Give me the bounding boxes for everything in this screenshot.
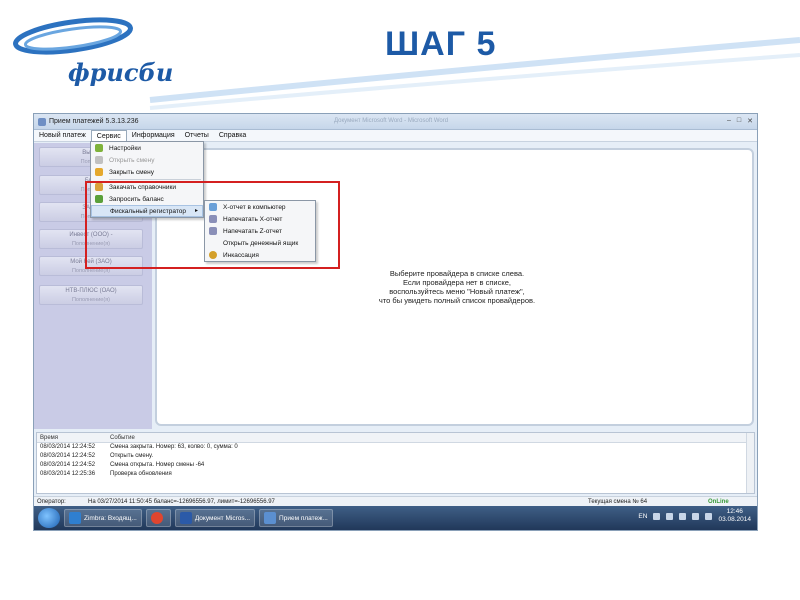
log-row[interactable]: 08/03/2014 12:24:52 Смена открыта. Номер… — [37, 461, 754, 470]
taskbar-item-zimbra[interactable]: Zimbra: Входящ... — [64, 509, 142, 527]
tray-icon[interactable] — [653, 512, 661, 520]
menu-separator — [109, 179, 201, 180]
taskbar-item-chrome[interactable] — [145, 509, 171, 527]
menu-item-open-cash-drawer[interactable]: Открыть денежный ящик — [205, 237, 315, 249]
log-header-time[interactable]: Время — [37, 433, 107, 442]
close-shift-icon — [95, 168, 103, 176]
event-log: Время Событие 08/03/2014 12:24:52 Смена … — [36, 432, 755, 494]
settings-icon — [95, 144, 103, 152]
log-row[interactable]: 08/03/2014 12:25:36 Проверка обновления — [37, 470, 754, 479]
payments-app-icon — [264, 512, 277, 524]
computer-report-icon — [209, 203, 217, 211]
window-title: Прием платежей 5.3.13.236 — [49, 118, 139, 125]
cash-collection-icon — [209, 251, 217, 259]
browser-icon — [69, 512, 81, 524]
clock[interactable]: 12:46 03.08.2014 — [718, 508, 751, 524]
logo-text: фрисби — [68, 58, 174, 87]
app-icon — [38, 117, 46, 126]
taskbar-item-word[interactable]: Документ Micros... — [174, 509, 256, 527]
menu-item-print-z-report[interactable]: Напечатать Z-отчет — [205, 225, 315, 237]
menu-info[interactable]: Информация — [127, 130, 180, 141]
printer-icon — [209, 227, 217, 235]
menu-item-download-directories[interactable]: Закачать справочники — [91, 181, 203, 193]
log-header-event[interactable]: Событие — [107, 433, 754, 442]
word-icon — [179, 512, 192, 524]
provider-hint: Выберите провайдера в списке слева. Если… — [378, 269, 536, 305]
volume-icon[interactable] — [705, 512, 713, 520]
tray-icon[interactable] — [666, 512, 674, 520]
menu-item-open-shift[interactable]: Открыть смену — [91, 154, 203, 166]
balance-icon — [95, 195, 103, 203]
minimize-button[interactable]: – — [727, 117, 731, 125]
log-scrollbar[interactable] — [746, 433, 754, 493]
menu-item-fiscal-register[interactable]: Фискальный регистратор ▸ — [91, 205, 203, 217]
operator-label: Оператор: — [37, 499, 66, 505]
shift-status: Текущая смена № 64 — [588, 499, 648, 505]
open-shift-icon — [95, 156, 103, 164]
submenu-arrow-icon: ▸ — [194, 208, 198, 214]
menu-item-request-balance[interactable]: Запросить баланс — [91, 193, 203, 205]
provider-button[interactable]: Инвест (ООО) - Пополнение(я) — [39, 229, 143, 249]
service-menu: Настройки Открыть смену Закрыть смену За… — [90, 141, 204, 218]
provider-button[interactable]: Мой Кей (ЗАО) Пополнение(я) — [39, 256, 143, 276]
menu-item-collection[interactable]: Инкассация — [205, 249, 315, 261]
log-row[interactable]: 08/03/2014 12:24:52 Смена закрыта. Номер… — [37, 443, 754, 452]
printer-icon — [209, 215, 217, 223]
tray-icon[interactable] — [679, 512, 687, 520]
language-indicator[interactable]: EN — [638, 513, 647, 520]
menu-new-payment[interactable]: Новый платеж — [34, 130, 91, 141]
start-button-icon[interactable] — [38, 508, 60, 528]
system-tray: EN 12:46 03.08.2014 — [638, 508, 751, 524]
menu-reports[interactable]: Отчеты — [180, 130, 214, 141]
taskbar-item-payments[interactable]: Прием платеж... — [259, 509, 333, 527]
balance-status: На 03/27/2014 11:50:45 баланс=-12696556.… — [88, 499, 275, 505]
log-row[interactable]: 08/03/2014 12:24:52 Открыть смену. — [37, 452, 754, 461]
maximize-button[interactable]: □ — [737, 117, 741, 125]
menu-item-settings[interactable]: Настройки — [91, 142, 203, 154]
online-status: OnLine — [708, 499, 729, 505]
menu-help[interactable]: Справка — [214, 130, 251, 141]
menu-item-print-x-report[interactable]: Напечатать X-отчет — [205, 213, 315, 225]
fiscal-register-submenu: X-отчет в компьютер Напечатать X-отчет Н… — [204, 200, 316, 262]
download-icon — [95, 183, 103, 191]
menu-item-x-report-to-computer[interactable]: X-отчет в компьютер — [205, 201, 315, 213]
chrome-icon — [150, 512, 163, 524]
window-titlebar[interactable]: Прием платежей 5.3.13.236 Документ Micro… — [34, 114, 757, 130]
network-icon[interactable] — [692, 512, 700, 520]
menu-service[interactable]: Сервис — [90, 130, 127, 141]
main-panel: Выберите провайдера в списке слева. Если… — [155, 148, 754, 426]
taskbar: Zimbra: Входящ... Документ Micros... При… — [34, 506, 757, 530]
provider-button[interactable]: НТВ-ПЛЮС (ОАО) Пополнение(я) — [39, 285, 143, 305]
background-window-title: Документ Microsoft Word - Microsoft Word — [334, 118, 449, 124]
status-bar: Оператор: На 03/27/2014 11:50:45 баланс=… — [34, 496, 757, 506]
close-button[interactable]: ✕ — [747, 117, 753, 125]
slide-title: ШАГ 5 — [385, 25, 497, 63]
menu-item-close-shift[interactable]: Закрыть смену — [91, 166, 203, 178]
